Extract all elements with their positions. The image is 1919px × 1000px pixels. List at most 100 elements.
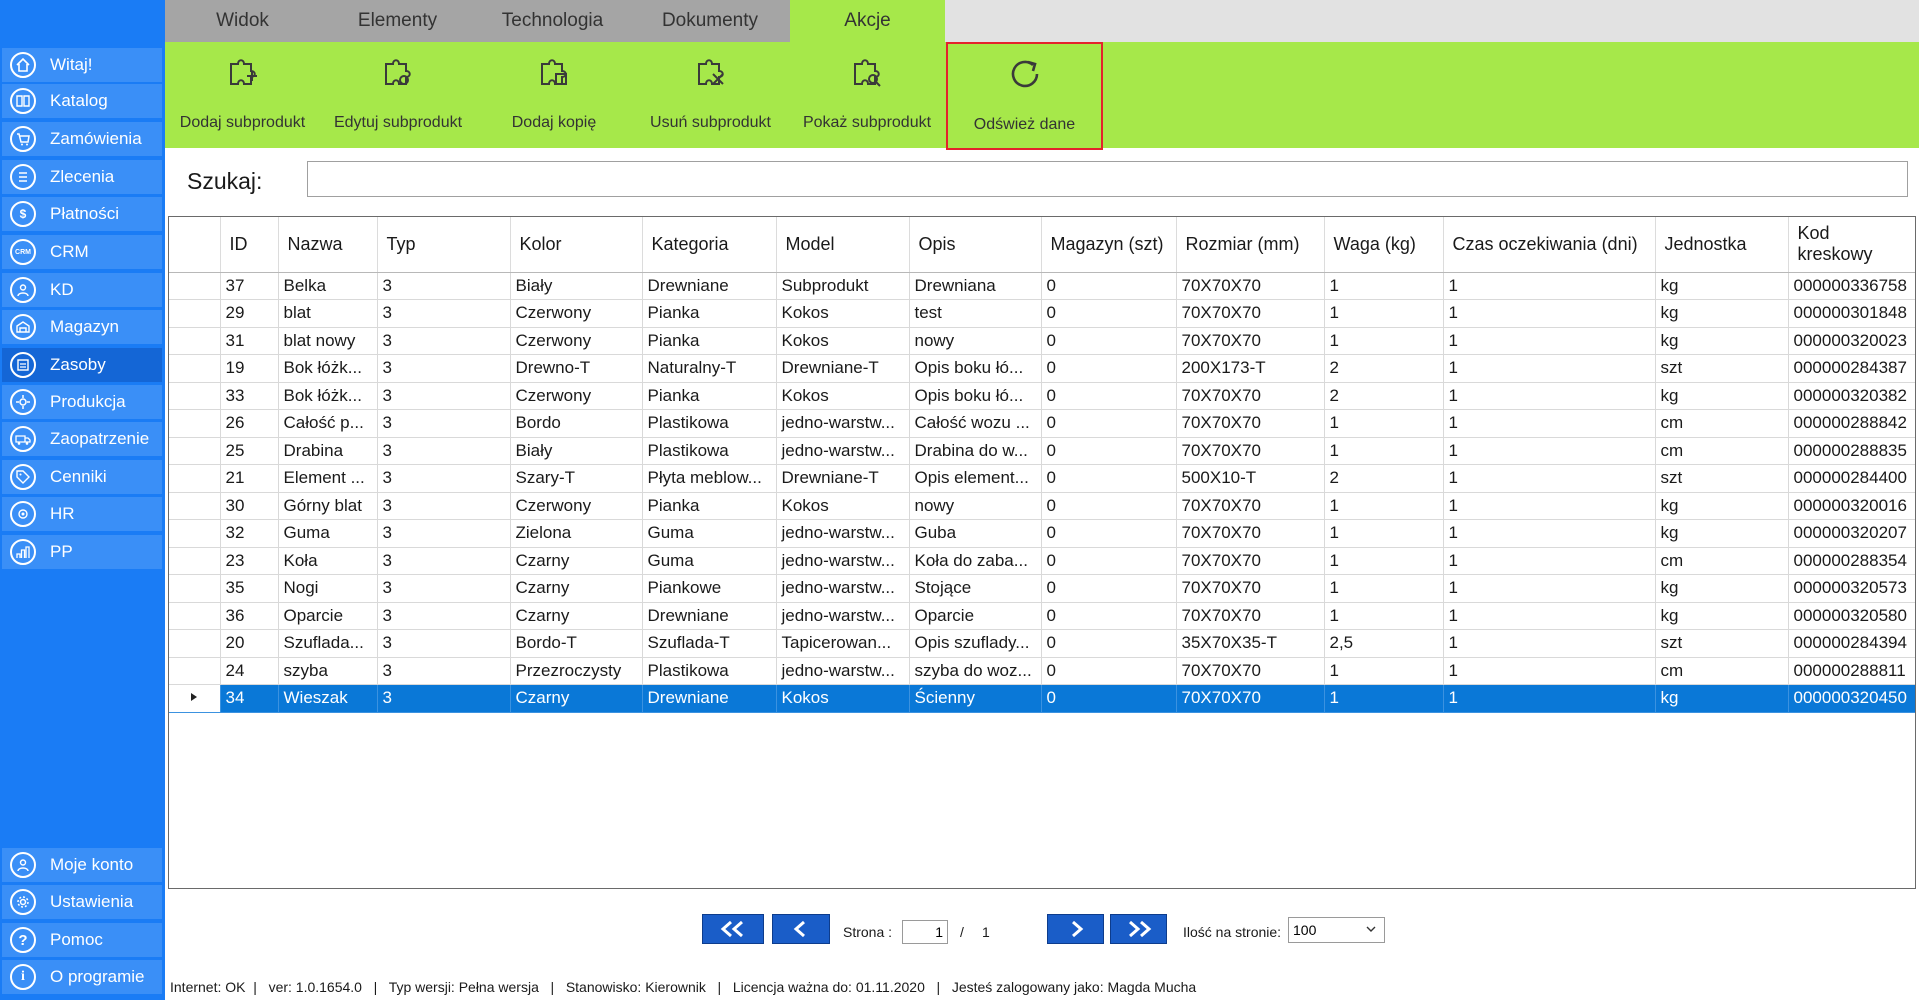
cell-id[interactable]: 19 [220, 354, 279, 383]
sidebar-item-katalog[interactable]: Katalog [2, 84, 162, 118]
cell-jednostka[interactable]: szt [1655, 464, 1789, 493]
tab-widok[interactable]: Widok [165, 0, 320, 42]
cell-opis[interactable]: Koła do zaba... [909, 547, 1042, 575]
cell-magazyn[interactable]: 0 [1041, 574, 1177, 603]
cell-typ[interactable]: 3 [377, 519, 511, 548]
table-row[interactable]: 24 szyba 3 Przezroczysty Plastikowa jedno-war… [169, 657, 1915, 685]
cell-kod-kreskowy[interactable]: 000000336758 [1788, 272, 1915, 300]
cell-model[interactable]: jedno-warstw... [776, 437, 910, 465]
cell-opis[interactable]: nowy [909, 492, 1042, 520]
cell-id[interactable]: 20 [220, 629, 279, 658]
add-copy-button[interactable]: Dodaj kopię [476, 42, 632, 148]
cell-nazwa[interactable]: blat nowy [278, 327, 378, 355]
cell-opis[interactable]: szyba do woz... [909, 657, 1042, 685]
cell-kategoria[interactable]: Drewniane [642, 602, 777, 630]
table-row[interactable]: 33 Bok łóżk... 3 Czerwony Pianka Kokos Opis bo… [169, 382, 1915, 410]
cell-kategoria[interactable]: Pianka [642, 299, 777, 328]
cell-czas-oczekiwania[interactable]: 1 [1443, 464, 1656, 493]
cell-kolor[interactable]: Bordo-T [510, 629, 643, 658]
cell-magazyn[interactable]: 0 [1041, 492, 1177, 520]
cell-opis[interactable]: Całość wozu ... [909, 409, 1042, 438]
cell-model[interactable]: Kokos [776, 684, 910, 713]
cell-kolor[interactable]: Bordo [510, 409, 643, 438]
cell-typ[interactable]: 3 [377, 272, 511, 300]
cell-waga[interactable]: 1 [1324, 684, 1444, 713]
cell-opis[interactable]: Opis szuflady... [909, 629, 1042, 658]
cell-waga[interactable]: 1 [1324, 574, 1444, 603]
cell-id[interactable]: 33 [220, 382, 279, 410]
sidebar-item-moje-konto[interactable]: Moje konto [2, 848, 162, 882]
cell-kategoria[interactable]: Pianka [642, 327, 777, 355]
cell-kategoria[interactable]: Piankowe [642, 574, 777, 603]
cell-typ[interactable]: 3 [377, 657, 511, 685]
cell-waga[interactable]: 1 [1324, 299, 1444, 328]
cell-kategoria[interactable]: Płyta meblow... [642, 464, 777, 493]
table-row[interactable]: 35 Nogi 3 Czarny Piankowe jedno-warstw... Stoj… [169, 574, 1915, 603]
cell-waga[interactable]: 1 [1324, 519, 1444, 548]
cell-jednostka[interactable]: cm [1655, 437, 1789, 465]
cell-model[interactable]: Kokos [776, 327, 910, 355]
sidebar-item-zamowienia[interactable]: Zamówienia [2, 122, 162, 156]
refresh-data-button[interactable]: Odśwież dane [946, 42, 1103, 150]
column-header-waga[interactable]: Waga (kg) [1324, 217, 1444, 273]
cell-kod-kreskowy[interactable]: 000000320207 [1788, 519, 1915, 548]
cell-opis[interactable]: Guba [909, 519, 1042, 548]
tab-elementy[interactable]: Elementy [320, 0, 475, 42]
cell-kod-kreskowy[interactable]: 000000320580 [1788, 602, 1915, 630]
cell-czas-oczekiwania[interactable]: 1 [1443, 492, 1656, 520]
cell-kod-kreskowy[interactable]: 000000320382 [1788, 382, 1915, 410]
cell-nazwa[interactable]: Element ... [278, 464, 378, 493]
cell-rozmiar[interactable]: 70X70X70 [1176, 299, 1325, 328]
sidebar-item-pomoc[interactable]: ? Pomoc [2, 923, 162, 957]
row-header[interactable] [169, 327, 221, 355]
cell-waga[interactable]: 1 [1324, 327, 1444, 355]
row-header[interactable] [169, 519, 221, 548]
cell-kolor[interactable]: Szary-T [510, 464, 643, 493]
cell-nazwa[interactable]: Górny blat [278, 492, 378, 520]
column-header-id[interactable]: ID [220, 217, 279, 273]
cell-waga[interactable]: 1 [1324, 437, 1444, 465]
prev-page-button[interactable] [772, 914, 830, 944]
cell-waga[interactable]: 1 [1324, 657, 1444, 685]
cell-magazyn[interactable]: 0 [1041, 409, 1177, 438]
cell-kod-kreskowy[interactable]: 000000320016 [1788, 492, 1915, 520]
cell-opis[interactable]: Ścienny [909, 684, 1042, 713]
cell-waga[interactable]: 1 [1324, 492, 1444, 520]
cell-jednostka[interactable]: kg [1655, 299, 1789, 328]
cell-magazyn[interactable]: 0 [1041, 327, 1177, 355]
add-subproduct-button[interactable]: Dodaj subprodukt [165, 42, 320, 148]
row-header[interactable] [169, 299, 221, 328]
cell-typ[interactable]: 3 [377, 409, 511, 438]
cell-magazyn[interactable]: 0 [1041, 602, 1177, 630]
cell-rozmiar[interactable]: 70X70X70 [1176, 437, 1325, 465]
cell-kod-kreskowy[interactable]: 000000284400 [1788, 464, 1915, 493]
column-header-rozmiar[interactable]: Rozmiar (mm) [1176, 217, 1325, 273]
column-header-kategoria[interactable]: Kategoria [642, 217, 777, 273]
sidebar-item-pp[interactable]: PP [2, 535, 162, 569]
cell-typ[interactable]: 3 [377, 299, 511, 328]
cell-typ[interactable]: 3 [377, 354, 511, 383]
cell-rozmiar[interactable]: 70X70X70 [1176, 602, 1325, 630]
cell-opis[interactable]: Drewniana [909, 272, 1042, 300]
column-header-kod-kreskowy[interactable]: Kod kreskowy [1788, 217, 1915, 273]
cell-waga[interactable]: 2 [1324, 382, 1444, 410]
cell-opis[interactable]: Opis boku łó... [909, 382, 1042, 410]
row-header[interactable] [169, 684, 221, 713]
cell-jednostka[interactable]: kg [1655, 492, 1789, 520]
cell-typ[interactable]: 3 [377, 629, 511, 658]
cell-magazyn[interactable]: 0 [1041, 437, 1177, 465]
cell-kategoria[interactable]: Drewniane [642, 684, 777, 713]
cell-typ[interactable]: 3 [377, 547, 511, 575]
cell-czas-oczekiwania[interactable]: 1 [1443, 519, 1656, 548]
tab-dokumenty[interactable]: Dokumenty [630, 0, 790, 42]
row-header[interactable] [169, 547, 221, 575]
cell-magazyn[interactable]: 0 [1041, 299, 1177, 328]
cell-jednostka[interactable]: kg [1655, 382, 1789, 410]
row-header[interactable] [169, 657, 221, 685]
sidebar-item-zasoby[interactable]: Zasoby [2, 348, 162, 382]
cell-kategoria[interactable]: Pianka [642, 382, 777, 410]
show-subproduct-button[interactable]: Pokaż subprodukt [789, 42, 945, 148]
cell-nazwa[interactable]: Oparcie [278, 602, 378, 630]
cell-model[interactable]: Tapicerowan... [776, 629, 910, 658]
cell-rozmiar[interactable]: 70X70X70 [1176, 492, 1325, 520]
